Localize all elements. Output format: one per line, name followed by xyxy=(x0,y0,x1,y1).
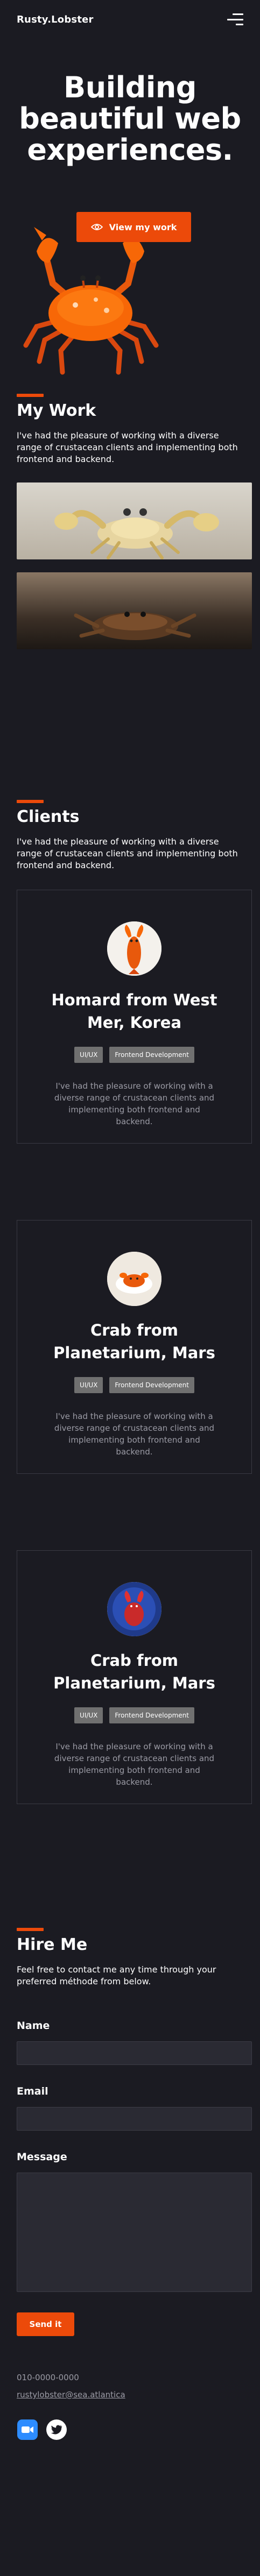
client-description: I've had the pleasure of working with a … xyxy=(54,1081,215,1126)
client-avatar-crab-plate xyxy=(107,1252,161,1306)
hire-me-title: Hire Me xyxy=(17,1935,88,1954)
social-links xyxy=(17,2419,243,2440)
email-field[interactable] xyxy=(17,2107,252,2131)
view-my-work-button[interactable]: View my work xyxy=(76,212,191,242)
client-tags: UI/UX Frontend Development xyxy=(17,1047,251,1063)
top-navbar: Rusty.Lobster xyxy=(0,0,260,39)
hamburger-menu-icon[interactable] xyxy=(226,13,243,25)
contact-form: Name Email Message Send it xyxy=(17,2020,252,2336)
section-accent-bar xyxy=(17,800,44,803)
clients-section: Clients I've had the pleasure of working… xyxy=(0,800,260,1804)
contact-email-line: rustylobster@sea.atlantica xyxy=(17,2390,243,2400)
client-description: I've had the pleasure of working with a … xyxy=(54,1742,215,1787)
client-avatar-crab-blue xyxy=(107,1582,161,1636)
tag-frontend-development: Frontend Development xyxy=(109,1377,194,1393)
brand-logo[interactable]: Rusty.Lobster xyxy=(17,14,94,25)
tag-ui-ux: UI/UX xyxy=(74,1047,103,1063)
message-field[interactable] xyxy=(17,2173,252,2292)
email-label: Email xyxy=(17,2085,48,2097)
client-card[interactable]: Crab from Planetarium, Mars UI/UX Fronte… xyxy=(17,1220,252,1474)
hero-title: Building beautiful web experiences. xyxy=(19,70,241,167)
tag-frontend-development: Frontend Development xyxy=(109,1707,194,1723)
work-image-crab-dark[interactable] xyxy=(17,572,252,649)
client-avatar-lobster xyxy=(107,921,161,976)
message-label: Message xyxy=(17,2151,67,2163)
view-my-work-label: View my work xyxy=(109,222,177,232)
client-name: Homard from West Mer, Korea xyxy=(51,991,217,1032)
client-card[interactable]: Homard from West Mer, Korea UI/UX Fronte… xyxy=(17,890,252,1144)
hero-section: Building beautiful web experiences. View… xyxy=(0,39,260,378)
hire-me-description: Feel free to contact me any time through… xyxy=(17,1964,216,1986)
name-label: Name xyxy=(17,2020,50,2032)
work-image-crab-beach[interactable] xyxy=(17,482,252,559)
tag-frontend-development: Frontend Development xyxy=(109,1047,194,1063)
client-card[interactable]: Crab from Planetarium, Mars UI/UX Fronte… xyxy=(17,1550,252,1804)
my-work-section: My Work I've had the pleasure of working… xyxy=(0,394,260,649)
client-name: Crab from Planetarium, Mars xyxy=(53,1651,215,1692)
client-name: Crab from Planetarium, Mars xyxy=(53,1321,215,1362)
eye-icon xyxy=(90,224,103,230)
twitter-icon[interactable] xyxy=(46,2419,67,2440)
client-description: I've had the pleasure of working with a … xyxy=(54,1411,215,1457)
my-work-description: I've had the pleasure of working with a … xyxy=(17,430,238,464)
client-tags: UI/UX Frontend Development xyxy=(17,1377,251,1393)
tag-ui-ux: UI/UX xyxy=(74,1377,103,1393)
zoom-icon[interactable] xyxy=(17,2419,38,2440)
crab-illustration xyxy=(23,227,159,375)
clients-title: Clients xyxy=(17,807,80,826)
section-accent-bar xyxy=(17,1928,44,1931)
contact-phone: 010-0000-0000 xyxy=(17,2373,79,2382)
name-field[interactable] xyxy=(17,2041,252,2065)
section-accent-bar xyxy=(17,394,44,397)
my-work-title: My Work xyxy=(17,401,96,420)
hire-me-section: Hire Me Feel free to contact me any time… xyxy=(0,1928,260,2440)
tag-ui-ux: UI/UX xyxy=(74,1707,103,1723)
contact-email-link[interactable]: rustylobster@sea.atlantica xyxy=(17,2390,125,2400)
clients-description: I've had the pleasure of working with a … xyxy=(17,836,238,870)
client-tags: UI/UX Frontend Development xyxy=(17,1707,251,1723)
send-button[interactable]: Send it xyxy=(17,2312,74,2336)
